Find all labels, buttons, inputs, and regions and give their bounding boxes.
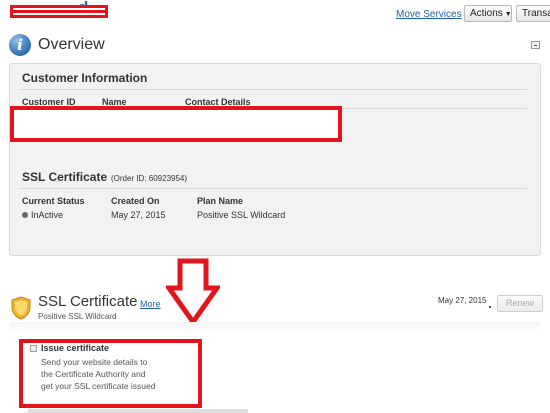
overview-title: Overview [38, 36, 105, 53]
down-arrow-icon [166, 258, 220, 326]
issue-desc-line-3: get your SSL certificate issued [41, 381, 156, 391]
date-marker [489, 306, 491, 308]
checkbox-icon [30, 345, 37, 352]
caret-down-icon: ▼ [504, 11, 512, 18]
top-bar: d Move Services Actions▼ Transa [0, 0, 550, 28]
panel-shadow [28, 409, 248, 413]
issue-desc-line-2: the Certificate Authority and [41, 369, 146, 379]
ssl-section-title: SSL Certificate [38, 293, 138, 310]
info-icon: i [9, 34, 31, 56]
minimize-icon[interactable] [531, 41, 540, 49]
ssl-heading: SSL Certificate [22, 170, 108, 184]
section-band [10, 322, 540, 332]
redaction-mark-top [10, 5, 108, 18]
overview-panel [9, 63, 541, 256]
ssl-section-date: May 27, 2015 [438, 296, 487, 305]
ssl-section-plan: Positive SSL Wildcard [38, 312, 117, 321]
move-services-link[interactable]: Move Services [396, 9, 462, 20]
more-link[interactable]: More [140, 299, 161, 309]
col-plan-name: Plan Name [197, 196, 244, 206]
actions-button[interactable]: Actions ▼ [464, 5, 512, 22]
divider [20, 188, 527, 189]
actions-label: Actions [470, 8, 503, 19]
renew-button[interactable]: Renew [497, 295, 543, 312]
customer-info-heading: Customer Information [22, 71, 148, 85]
transactions-button[interactable]: Transa [516, 5, 550, 22]
plan-name-value: Positive SSL Wildcard [197, 210, 286, 220]
col-created-on: Created On [111, 196, 160, 206]
divider [20, 89, 527, 90]
ssl-order-id: (Order ID: 60923954) [111, 174, 188, 183]
created-on-value: May 27, 2015 [111, 210, 166, 220]
status-dot-icon [22, 212, 28, 218]
issue-certificate-title[interactable]: Issue certificate [41, 343, 109, 353]
status-value: InActive [31, 210, 64, 220]
issue-desc-line-1: Send your website details to [41, 357, 148, 367]
col-current-status: Current Status [22, 196, 85, 206]
transactions-label: Transa [522, 8, 550, 19]
shield-icon [11, 296, 31, 320]
redaction-box-customer [10, 106, 342, 142]
